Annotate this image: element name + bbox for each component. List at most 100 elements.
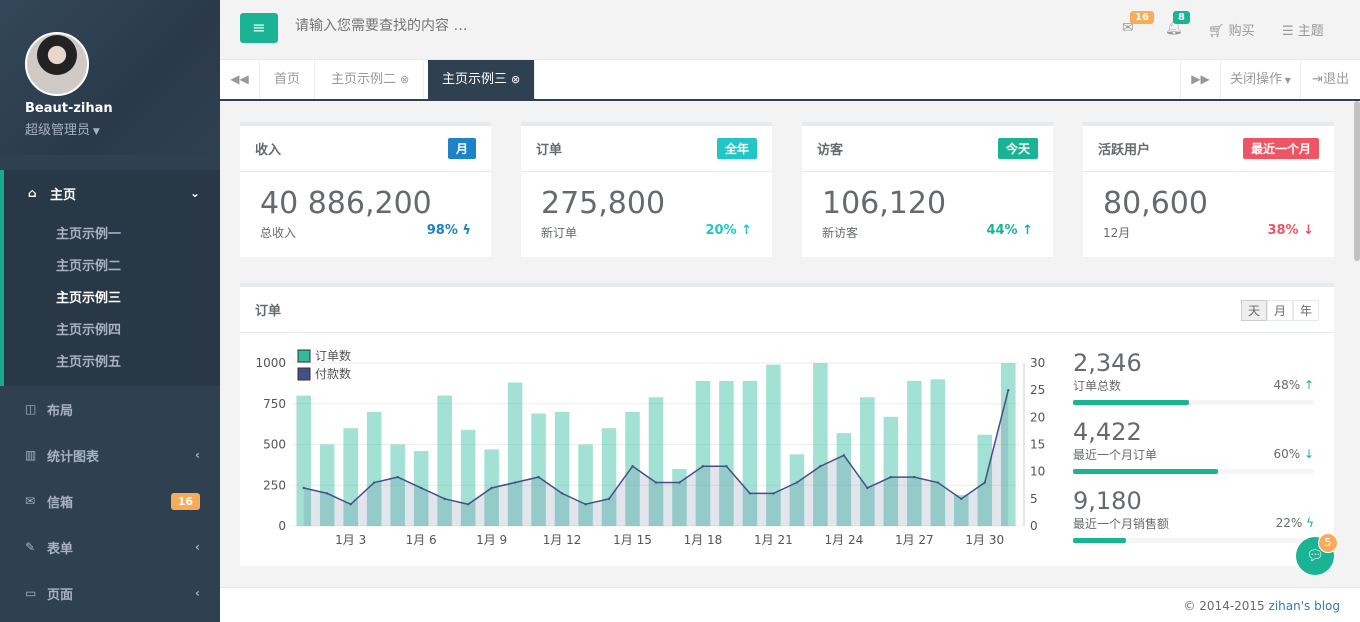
sidebar-item-label: 页面: [47, 587, 74, 603]
y-right-tick-label: 20: [1030, 410, 1045, 424]
sidebar-subitem-home-3[interactable]: 主页示例三: [4, 280, 220, 312]
menu-toggle-button[interactable]: ≡: [240, 13, 278, 43]
search-input[interactable]: [295, 18, 695, 34]
tab-home-example-3[interactable]: 主页示例三 ⊗: [428, 60, 536, 99]
stat-title: 访客: [817, 143, 844, 158]
stat-percent-value: 98%: [426, 223, 458, 238]
logout-label: 退出: [1322, 72, 1349, 87]
tab-label: 主页示例二: [331, 72, 397, 87]
theme-link[interactable]: ☰ 主题: [1282, 20, 1324, 39]
line-point: [678, 481, 681, 484]
line-point: [443, 497, 446, 501]
sidebar-subitem-home-4[interactable]: 主页示例四: [4, 312, 220, 344]
blog-link[interactable]: zihan's blog: [1269, 599, 1340, 613]
right-stat-month-orders: 4,422 最近一个月订单 60% ↓: [1073, 418, 1314, 474]
bar-chart-icon: ▥: [25, 448, 37, 462]
stat-period-label: 全年: [716, 138, 757, 159]
caret-down-icon: ▼: [90, 127, 100, 137]
buy-link[interactable]: 🛒︎ 购买: [1208, 20, 1255, 39]
copyright-text: © 2014-2015: [1183, 599, 1269, 613]
stat-subtitle: 新订单: [541, 226, 578, 240]
progress-bar: [1073, 469, 1314, 474]
app-root: Beaut-zihan 超级管理员 ▼ ⌂ 主页 ⌄ 主页示例一 主页示例二 主…: [0, 0, 1360, 622]
right-stat-value: 9,180: [1073, 487, 1142, 515]
right-stat-month-sales: 9,180 最近一个月销售额 22% ϟ: [1073, 487, 1314, 543]
stat-value: 40 886,200: [260, 186, 432, 221]
chat-count-badge: 5: [1318, 533, 1338, 553]
close-ops-label: 关闭操作: [1230, 72, 1283, 87]
period-year-button[interactable]: 年: [1292, 300, 1319, 321]
x-tick-label: 1月 24: [825, 533, 864, 547]
y-right-tick-label: 0: [1030, 519, 1038, 533]
user-role-dropdown[interactable]: 超级管理员 ▼: [25, 119, 100, 138]
tasks-icon: ☰: [1282, 24, 1298, 39]
close-icon[interactable]: ⊗: [400, 73, 409, 86]
arrow-up-icon: ↑: [1303, 378, 1314, 392]
stat-title: 订单: [536, 143, 563, 158]
progress-fill: [1073, 400, 1189, 405]
stat-percent-value: 38%: [1267, 223, 1299, 238]
footer: © 2014-2015 zihan's blog: [220, 587, 1360, 622]
stat-card-visitors: 访客 今天 106,120 新访客 44% ↑: [802, 122, 1053, 257]
logout-button[interactable]: ⇥退出: [1300, 60, 1360, 99]
right-stat-value: 4,422: [1073, 418, 1142, 446]
line-point: [396, 475, 399, 479]
right-stat-percent-value: 60%: [1273, 447, 1301, 461]
stat-title: 活跃用户: [1098, 143, 1151, 158]
backward-icon: ◀◀: [230, 72, 249, 86]
x-tick-label: 1月 21: [754, 533, 793, 547]
x-tick-label: 1月 15: [613, 533, 652, 547]
y-left-tick-label: 750: [263, 397, 286, 411]
sidebar-item-forms[interactable]: ✎ 表单 ‹: [0, 524, 220, 570]
sidebar-subitem-home-2[interactable]: 主页示例二: [4, 248, 220, 280]
y-left-tick-label: 500: [263, 438, 286, 452]
sidebar-item-layout[interactable]: ◫ 布局: [0, 386, 220, 432]
tab-home-example-2[interactable]: 主页示例二 ⊗: [317, 60, 425, 99]
line-point: [701, 465, 705, 468]
line-point: [936, 481, 940, 484]
messages-button[interactable]: ✉ 16: [1122, 11, 1154, 36]
chevron-left-icon: ‹: [195, 540, 200, 554]
bars-icon: ≡: [252, 18, 266, 37]
close-icon[interactable]: ⊗: [511, 73, 520, 86]
arrow-down-icon: ↓: [1303, 223, 1314, 238]
line-point: [772, 492, 775, 495]
tab-home[interactable]: 首页: [260, 60, 316, 99]
avatar[interactable]: [25, 32, 89, 96]
line-point: [819, 465, 822, 468]
y-right-tick-label: 30: [1030, 356, 1045, 370]
theme-label: 主题: [1297, 24, 1324, 39]
sidebar-item-pages[interactable]: ▭ 页面 ‹: [0, 570, 220, 616]
period-month-button[interactable]: 月: [1266, 300, 1293, 321]
close-ops-dropdown[interactable]: 关闭操作 ▼: [1220, 60, 1300, 99]
line-point: [560, 492, 564, 495]
buy-label: 购买: [1228, 24, 1255, 39]
tabs-scroll-left-button[interactable]: ◀◀: [220, 60, 260, 99]
sidebar-item-charts[interactable]: ▥ 统计图表 ‹: [0, 432, 220, 478]
sidebar-subitem-home-1[interactable]: 主页示例一: [4, 216, 220, 248]
sidebar-item-label: 主页: [50, 187, 77, 203]
sidebar-item-home[interactable]: ⌂ 主页 ⌄: [4, 170, 220, 216]
y-right-tick-label: 10: [1030, 465, 1045, 479]
sidebar-subitem-home-5[interactable]: 主页示例五: [4, 344, 220, 376]
x-tick-label: 1月 9: [476, 533, 507, 547]
line-point: [349, 503, 352, 506]
legend-label: 订单数: [315, 348, 351, 363]
x-tick-label: 1月 18: [684, 533, 723, 547]
tab-label: 首页: [274, 72, 301, 87]
line-point: [654, 481, 658, 484]
orders-chart-panel: 订单 天 月 年 0 250 500 750 1000 0 5 10 15 20 25 30 1月 3 1…: [240, 283, 1334, 566]
sidebar-item-mailbox[interactable]: ✉ 信箱 16: [0, 478, 220, 524]
legend-label: 付款数: [315, 366, 351, 381]
progress-bar: [1073, 538, 1314, 543]
line-point: [889, 475, 893, 479]
right-stat-percent-value: 22%: [1275, 516, 1303, 530]
alerts-button[interactable]: 🔔︎ 8: [1165, 11, 1190, 36]
scrollbar-thumb[interactable]: [1354, 101, 1360, 261]
period-day-button[interactable]: 天: [1240, 300, 1267, 321]
right-stat-percent: 60% ↓: [1273, 447, 1314, 461]
x-tick-label: 1月 3: [335, 533, 366, 547]
line-point: [490, 486, 493, 490]
top-navbar: ≡ ✉ 16 🔔︎ 8 🛒︎ 购买 ☰ 主题: [220, 0, 1360, 60]
tabs-scroll-right-button[interactable]: ▶▶: [1180, 60, 1220, 99]
